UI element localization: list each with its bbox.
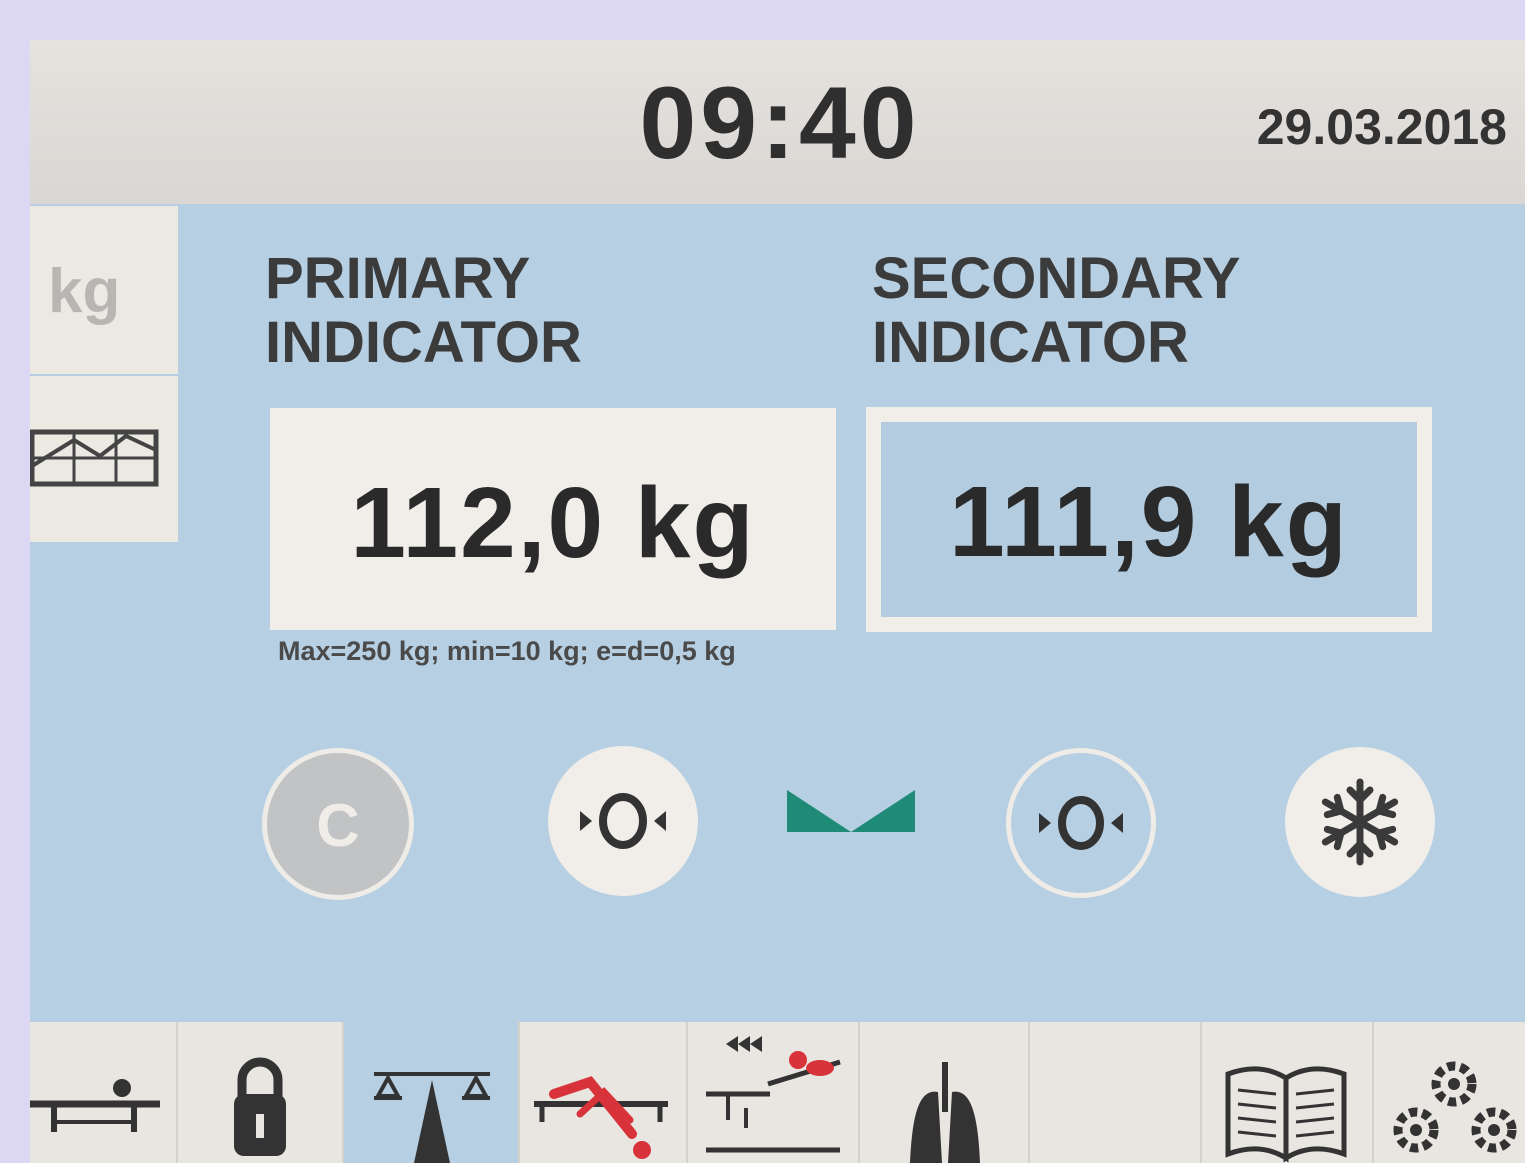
settings-tab[interactable] (1374, 1022, 1525, 1163)
secondary-value-box: 111,9 kg (866, 407, 1432, 632)
secondary-indicator-label: SECONDARY INDICATOR (872, 247, 1240, 375)
freeze-button[interactable] (1285, 747, 1435, 897)
bed-tab[interactable] (30, 1022, 178, 1163)
secondary-label-line1: SECONDARY (872, 246, 1241, 311)
weighing-tab[interactable] (344, 1022, 520, 1163)
secondary-weight-value: 111,9 kg (949, 466, 1349, 578)
zero-secondary-button[interactable] (1006, 748, 1156, 898)
primary-label-line1: PRIMARY (265, 246, 531, 311)
position-tab[interactable] (688, 1022, 860, 1163)
graph-tab[interactable] (30, 376, 178, 542)
primary-indicator-label: PRIMARY INDICATOR (265, 247, 582, 375)
primary-value-box: 112,0 kg (270, 408, 836, 630)
stable-icon (787, 790, 915, 837)
blank-tab[interactable] (1030, 1022, 1202, 1163)
secondary-label-line2: INDICATOR (872, 310, 1189, 375)
secondary-value-inner: 111,9 kg (881, 422, 1417, 617)
respiration-tab[interactable] (860, 1022, 1030, 1163)
zero-primary-button[interactable] (548, 746, 698, 896)
date-display: 29.03.2018 (1256, 99, 1507, 155)
device-screen: 09:40 29.03.2018 kg PRIMARY INDICATOR SE… (30, 40, 1525, 1163)
header-bar: 09:40 29.03.2018 (30, 40, 1525, 204)
lock-tab[interactable] (178, 1022, 344, 1163)
primary-weight-value: 112,0 kg (350, 467, 756, 579)
fall-alert-tab[interactable] (520, 1022, 688, 1163)
clear-button[interactable]: C (262, 748, 414, 900)
primary-label-line2: INDICATOR (265, 310, 582, 375)
unit-tab-kg[interactable]: kg (30, 206, 178, 374)
scale-spec-text: Max=250 kg; min=10 kg; e=d=0,5 kg (278, 636, 736, 666)
clock-time: 09:40 (639, 66, 921, 180)
weight-graph-icon (30, 429, 178, 546)
clear-button-label: C (316, 792, 360, 859)
manual-tab[interactable] (1202, 1022, 1374, 1163)
bottom-toolbar (30, 1022, 1525, 1163)
unit-tab-label: kg (48, 257, 121, 326)
